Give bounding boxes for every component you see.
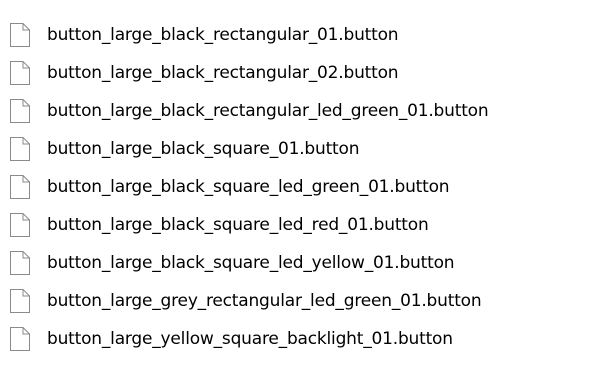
file-name: button_large_yellow_square_backlight_01.… bbox=[47, 329, 453, 349]
file-name: button_large_black_rectangular_01.button bbox=[47, 25, 399, 45]
file-name: button_large_black_square_led_green_01.b… bbox=[47, 177, 450, 197]
file-list-item[interactable]: button_large_black_square_01.button bbox=[0, 130, 606, 168]
file-list-item[interactable]: button_large_black_rectangular_led_green… bbox=[0, 92, 606, 130]
blank-file-icon bbox=[10, 289, 30, 313]
file-list: button_large_black_rectangular_01.button… bbox=[0, 0, 606, 381]
blank-file-icon bbox=[10, 61, 30, 85]
file-list-item[interactable]: button_large_black_rectangular_01.button bbox=[0, 16, 606, 54]
blank-file-icon bbox=[10, 137, 30, 161]
blank-file-icon bbox=[10, 23, 30, 47]
file-name: button_large_grey_rectangular_led_green_… bbox=[47, 291, 482, 311]
blank-file-icon bbox=[10, 175, 30, 199]
file-name: button_large_black_square_01.button bbox=[47, 139, 360, 159]
file-list-item[interactable]: button_large_black_square_led_yellow_01.… bbox=[0, 244, 606, 282]
file-name: button_large_black_square_led_red_01.but… bbox=[47, 215, 429, 235]
file-list-item[interactable]: button_large_grey_rectangular_led_green_… bbox=[0, 282, 606, 320]
file-name: button_large_black_rectangular_led_green… bbox=[47, 101, 489, 121]
blank-file-icon bbox=[10, 327, 30, 351]
blank-file-icon bbox=[10, 251, 30, 275]
file-name: button_large_black_rectangular_02.button bbox=[47, 63, 399, 83]
blank-file-icon bbox=[10, 213, 30, 237]
file-name: button_large_black_square_led_yellow_01.… bbox=[47, 253, 455, 273]
file-list-item[interactable]: button_large_yellow_square_backlight_01.… bbox=[0, 320, 606, 358]
blank-file-icon bbox=[10, 99, 30, 123]
file-list-item[interactable]: button_large_black_square_led_green_01.b… bbox=[0, 168, 606, 206]
file-list-item[interactable]: button_large_black_rectangular_02.button bbox=[0, 54, 606, 92]
file-list-item[interactable]: button_large_black_square_led_red_01.but… bbox=[0, 206, 606, 244]
